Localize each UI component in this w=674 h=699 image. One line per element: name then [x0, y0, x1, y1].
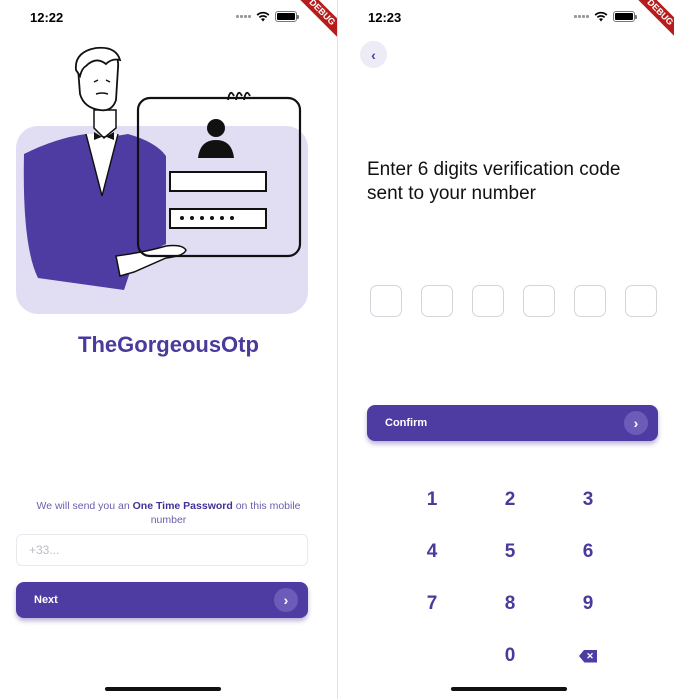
next-button[interactable]: Next › [16, 582, 308, 618]
verification-heading: Enter 6 digits verification code sent to… [367, 159, 621, 204]
info-text: We will send you an One Time Password on… [20, 499, 317, 527]
status-time: 12:23 [368, 10, 402, 25]
signal-icon [236, 15, 251, 18]
back-button[interactable]: ‹ [360, 41, 387, 68]
info-prefix: We will send you an [36, 500, 133, 512]
otp-digit-box[interactable] [625, 285, 657, 317]
phone-entry-screen: 12:22 DEBUG TheGorgeousOtp We will send … [0, 0, 337, 699]
status-icons [236, 11, 299, 22]
debug-banner: DEBUG [630, 0, 674, 42]
chevron-right-icon: › [624, 411, 648, 435]
battery-icon [275, 11, 299, 22]
key-empty [393, 630, 471, 682]
key-9[interactable]: 9 [549, 578, 627, 630]
app-title: TheGorgeousOtp [78, 332, 259, 357]
status-time: 12:22 [30, 10, 64, 25]
key-7[interactable]: 7 [393, 578, 471, 630]
key-6[interactable]: 6 [549, 526, 627, 578]
next-label: Next [34, 594, 58, 606]
key-3[interactable]: 3 [549, 474, 627, 526]
key-1[interactable]: 1 [393, 474, 471, 526]
signal-icon [574, 15, 589, 18]
key-2[interactable]: 2 [471, 474, 549, 526]
chevron-left-icon: ‹ [371, 46, 376, 63]
backspace-icon: ✕ [579, 649, 597, 663]
key-5[interactable]: 5 [471, 526, 549, 578]
status-icons [574, 11, 637, 22]
otp-digit-box[interactable] [523, 285, 555, 317]
otp-input-row [370, 285, 657, 317]
otp-digit-box[interactable] [421, 285, 453, 317]
home-indicator [105, 687, 221, 691]
key-8[interactable]: 8 [471, 578, 549, 630]
key-0[interactable]: 0 [471, 630, 549, 682]
wifi-icon [256, 11, 270, 22]
backspace-key[interactable]: ✕ [549, 630, 627, 682]
home-indicator [451, 687, 567, 691]
confirm-label: Confirm [385, 417, 428, 429]
key-4[interactable]: 4 [393, 526, 471, 578]
otp-verification-screen: 12:23 DEBUG ‹ Enter 6 digits verificatio… [338, 0, 674, 699]
wifi-icon [594, 11, 608, 22]
phone-input[interactable] [16, 534, 308, 566]
otp-digit-box[interactable] [370, 285, 402, 317]
otp-digit-box[interactable] [472, 285, 504, 317]
battery-icon [613, 11, 637, 22]
debug-banner: DEBUG [292, 0, 337, 42]
info-bold: One Time Password [132, 500, 233, 512]
otp-digit-box[interactable] [574, 285, 606, 317]
confirm-button[interactable]: Confirm › [367, 405, 658, 441]
numeric-keypad: 1 2 3 4 5 6 7 8 9 0 ✕ [393, 474, 627, 682]
chevron-right-icon: › [274, 588, 298, 612]
login-illustration [16, 46, 308, 314]
